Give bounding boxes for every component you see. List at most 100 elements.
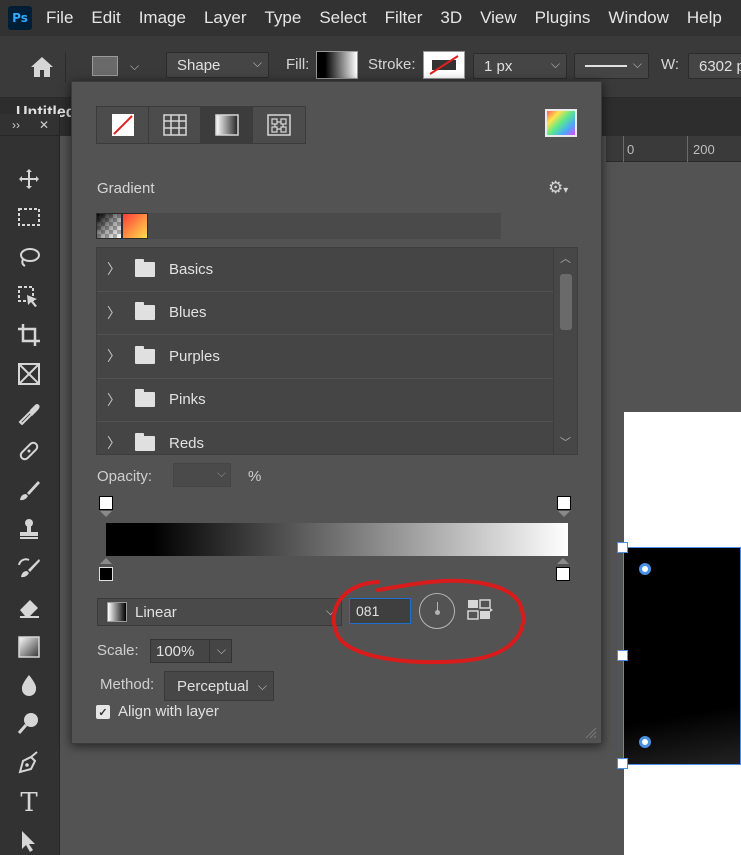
folder-icon (135, 302, 155, 321)
gear-glyph: ⚙ (548, 178, 564, 197)
lasso-tool[interactable] (14, 242, 44, 272)
align-with-layer-checkbox[interactable]: ✓ (96, 705, 110, 719)
method-dropdown[interactable]: Perceptual ⌵ (164, 671, 274, 701)
eyedropper-tool[interactable] (14, 398, 44, 428)
history-brush-tool[interactable] (14, 554, 44, 584)
pen-tool[interactable] (14, 748, 44, 778)
menu-edit[interactable]: Edit (91, 8, 120, 28)
color-stop-right[interactable] (556, 567, 570, 581)
list-item[interactable]: 〉 Basics (97, 248, 554, 292)
marquee-tool[interactable] (14, 202, 44, 232)
corner-radius-widget[interactable] (639, 563, 651, 575)
menu-view[interactable]: View (480, 8, 517, 28)
folder-icon (135, 345, 155, 364)
gradient-type-dropdown[interactable]: Linear ⌵ (97, 598, 342, 626)
object-selection-tool[interactable] (14, 282, 44, 312)
menu-image[interactable]: Image (139, 8, 186, 28)
chevron-right-icon[interactable]: 〉 (107, 346, 127, 366)
pattern-fill-button[interactable] (253, 107, 305, 143)
recent-gradient-swatch[interactable] (122, 213, 148, 239)
chevron-up-icon[interactable]: ︿ (560, 250, 571, 266)
chevron-down-icon[interactable]: ⌵ (217, 643, 226, 658)
transform-handle[interactable] (617, 542, 628, 553)
chevron-down-icon[interactable]: ﹀ (560, 434, 571, 450)
type-tool[interactable]: T (14, 788, 44, 818)
gradient-tool[interactable] (14, 632, 44, 662)
frame-icon (18, 363, 40, 385)
color-stop-left[interactable] (99, 567, 113, 581)
list-item[interactable]: 〉 Pinks (97, 379, 554, 422)
color-picker-button[interactable] (545, 109, 577, 137)
fill-swatch[interactable] (316, 51, 358, 79)
dodge-tool[interactable] (14, 708, 44, 738)
resize-grip-icon[interactable] (583, 725, 597, 739)
width-input[interactable]: 6302 p (688, 53, 741, 79)
width-label: W: (661, 56, 680, 73)
color-stop-caret (100, 558, 112, 564)
horizontal-ruler: 0 200 (606, 136, 741, 162)
tools-panel: ›› ✕ T (0, 114, 60, 855)
stroke-type-dropdown[interactable]: ⌵ (574, 53, 649, 79)
chevron-right-icon[interactable]: 〉 (107, 433, 127, 453)
chevron-right-icon[interactable]: 〉 (107, 303, 127, 323)
list-scrollbar[interactable]: ︿ ﹀ (553, 248, 577, 454)
menu-help[interactable]: Help (687, 8, 722, 28)
clone-stamp-tool[interactable] (14, 514, 44, 544)
corner-radius-widget[interactable] (639, 736, 651, 748)
menu-select[interactable]: Select (319, 8, 366, 28)
recent-gradient-swatch[interactable] (96, 213, 122, 239)
stroke-width-dropdown[interactable]: 1 px ⌵ (473, 53, 567, 79)
list-item[interactable]: 〉 Reds (97, 422, 554, 454)
no-fill-button[interactable] (97, 107, 149, 143)
path-selection-tool[interactable] (14, 826, 44, 855)
method-label: Method: (100, 676, 155, 693)
opacity-input[interactable]: ⌵ (173, 463, 231, 487)
pen-icon (18, 751, 38, 774)
rectangle-shape-layer[interactable] (623, 547, 741, 765)
chevron-right-icon[interactable]: 〉 (107, 390, 127, 410)
home-button[interactable] (18, 52, 66, 82)
lasso-icon (20, 248, 40, 267)
eraser-tool[interactable] (14, 592, 44, 622)
list-item[interactable]: 〉 Blues (97, 292, 554, 335)
scale-dropdown[interactable]: 100% ⌵ (150, 639, 232, 663)
marquee-icon (18, 208, 40, 226)
expand-icon[interactable]: ›› (12, 118, 20, 132)
menu-3d[interactable]: 3D (440, 8, 462, 28)
list-item[interactable]: 〉 Purples (97, 335, 554, 379)
brush-tool[interactable] (14, 476, 44, 506)
gradient-preview-bar[interactable] (106, 523, 568, 556)
opacity-stop-left[interactable] (99, 496, 113, 510)
scrollbar-thumb[interactable] (560, 274, 572, 330)
shape-mode-dropdown[interactable]: Shape ⌵ (166, 52, 269, 78)
menu-layer[interactable]: Layer (204, 8, 247, 28)
solid-color-icon (162, 114, 187, 136)
move-tool[interactable] (14, 164, 44, 194)
gear-icon[interactable]: ⚙▾ (548, 178, 568, 198)
menu-plugins[interactable]: Plugins (535, 8, 591, 28)
menu-window[interactable]: Window (608, 8, 668, 28)
angle-input[interactable]: 081 (349, 598, 411, 624)
blur-tool[interactable] (14, 670, 44, 700)
menu-filter[interactable]: Filter (385, 8, 423, 28)
chevron-right-icon[interactable]: 〉 (107, 259, 127, 279)
opacity-stop-right[interactable] (557, 496, 571, 510)
menu-file[interactable]: File (46, 8, 73, 28)
stamp-icon (20, 519, 38, 539)
healing-brush-tool[interactable] (14, 436, 44, 466)
ruler-tick (623, 136, 624, 162)
gradient-fill-button[interactable] (201, 107, 253, 143)
transform-handle[interactable] (617, 650, 628, 661)
transform-handle[interactable] (617, 758, 628, 769)
color-stop-caret (557, 558, 569, 564)
menu-type[interactable]: Type (264, 8, 301, 28)
frame-tool[interactable] (14, 359, 44, 389)
chevron-down-icon[interactable]: ⌵ (217, 466, 226, 481)
crop-tool[interactable] (14, 320, 44, 350)
angle-dial[interactable] (419, 593, 455, 629)
stroke-swatch[interactable] (423, 51, 465, 79)
reverse-gradient-button[interactable] (467, 599, 493, 621)
tool-preset-picker[interactable]: ⌵ (86, 52, 146, 80)
solid-color-button[interactable] (149, 107, 201, 143)
close-icon[interactable]: ✕ (39, 118, 49, 132)
